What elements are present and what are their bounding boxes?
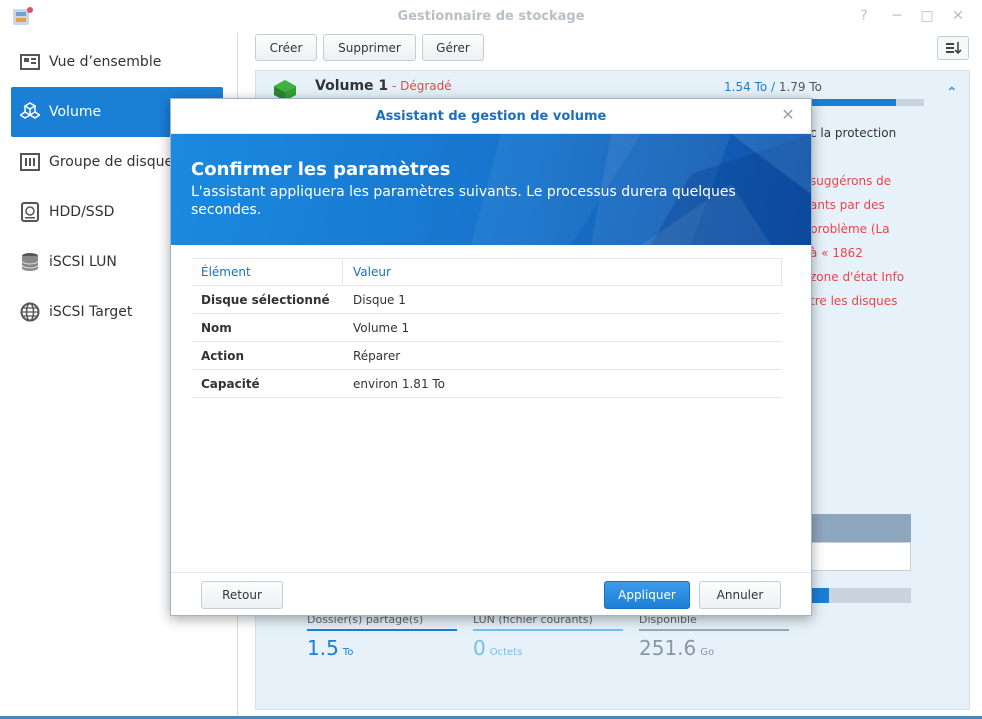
sidebar-item-label: iSCSI LUN [49, 254, 117, 270]
delete-button[interactable]: Supprimer [323, 34, 416, 61]
table-row: Capacité environ 1.81 To [193, 370, 782, 398]
dialog-title: Assistant de gestion de volume [171, 99, 811, 134]
table-header-row: Élément Valeur [193, 258, 782, 286]
sort-button[interactable] [937, 36, 969, 60]
volume-title: Volume 1 - Dégradé [315, 78, 452, 94]
stat-value: 1.5 To [307, 636, 457, 660]
dialog-footer [171, 572, 811, 573]
secondary-usage-fill [811, 588, 829, 603]
settings-table: Élément Valeur Disque sélectionné Disque… [193, 258, 782, 398]
column-header-item[interactable]: Élément [193, 259, 343, 285]
sidebar-item-label: Vue d’ensemble [49, 54, 162, 70]
dialog-heading: Confirmer les paramètres [191, 159, 451, 180]
volume-status: Dégradé [400, 79, 452, 93]
description-line: suggérons de [810, 174, 892, 188]
description-line: ants par des [810, 198, 885, 212]
apply-button[interactable]: Appliquer [604, 581, 690, 609]
title-bar: Gestionnaire de stockage ? ─ □ ✕ [0, 0, 982, 33]
close-window-icon[interactable]: ✕ [949, 7, 967, 25]
disk-table-header [811, 514, 911, 542]
stat-value: 251.6 Go [639, 636, 789, 660]
stat-lun: LUN (fichier courants) 0 Octets [473, 613, 623, 660]
stat-value: 0 Octets [473, 636, 623, 660]
volume-separator: - [388, 79, 401, 93]
description-line: zone d'état Info [810, 270, 905, 284]
volume-usage: 1.54 To / 1.79 To [724, 80, 823, 94]
row-value: Disque 1 [353, 292, 406, 307]
cancel-button[interactable]: Annuler [699, 581, 781, 609]
globe-icon [19, 301, 41, 323]
description-line: c la protection [810, 126, 897, 140]
table-row: Disque sélectionné Disque 1 [193, 286, 782, 314]
volume-name: Volume 1 [315, 78, 389, 94]
row-value: environ 1.81 To [353, 376, 446, 391]
row-item: Nom [201, 320, 232, 335]
help-icon[interactable]: ? [855, 7, 873, 25]
maximize-icon[interactable]: □ [918, 7, 936, 25]
dialog-subtitle: L'assistant appliquera les paramètres su… [191, 184, 736, 218]
stat-unit: Octets [489, 647, 523, 658]
sidebar-item-overview[interactable]: Vue d’ensemble [11, 37, 223, 87]
manage-button[interactable]: Gérer [422, 34, 484, 61]
dialog-close-icon[interactable]: ✕ [778, 105, 798, 125]
sidebar-item-label: Volume [49, 104, 102, 120]
row-item: Capacité [201, 376, 260, 391]
sidebar-item-label: Groupe de disques [49, 154, 181, 170]
window-title: Gestionnaire de stockage [397, 9, 585, 24]
secondary-usage-bar [811, 588, 911, 603]
hdd-icon [19, 201, 41, 223]
stat-unit: Go [700, 647, 715, 658]
stat-available: Disponible 251.6 Go [639, 613, 789, 660]
lun-icon [19, 251, 41, 273]
column-header-value[interactable]: Valeur [343, 259, 782, 285]
description-line: à « 1862 [810, 246, 863, 260]
stat-shared-folders: Dossier(s) partagé(s) 1.5 To [307, 613, 457, 660]
table-row: Nom Volume 1 [193, 314, 782, 342]
stat-number: 251.6 [639, 636, 697, 660]
disk-table-body [811, 542, 911, 571]
table-row: Action Réparer [193, 342, 782, 370]
stat-number: 1.5 [307, 636, 339, 660]
minimize-icon[interactable]: ─ [888, 7, 906, 25]
volume-total: 1.79 To [778, 80, 823, 94]
volume-cubes-icon [19, 101, 41, 123]
description-line: problème (La [810, 222, 890, 236]
volume-wizard-dialog: Assistant de gestion de volume ✕ Confirm… [170, 98, 812, 616]
stat-unit: To [342, 647, 354, 658]
create-button[interactable]: Créer [255, 34, 317, 61]
description-line: tre les disques [810, 294, 898, 308]
collapse-chevron-icon[interactable]: ⌃ [946, 85, 958, 101]
row-item: Disque sélectionné [201, 292, 330, 307]
row-value: Réparer [353, 348, 401, 363]
dialog-banner: Confirmer les paramètres L'assistant app… [171, 134, 811, 245]
disk-group-icon [19, 151, 41, 173]
stat-number: 0 [473, 636, 486, 660]
sort-icon [946, 42, 962, 55]
row-item: Action [201, 348, 245, 363]
row-value: Volume 1 [353, 320, 410, 335]
back-button[interactable]: Retour [201, 581, 283, 609]
overview-icon [19, 51, 41, 73]
sidebar-item-label: HDD/SSD [49, 204, 115, 220]
sidebar-item-label: iSCSI Target [49, 304, 133, 320]
volume-used: 1.54 To [724, 80, 768, 94]
